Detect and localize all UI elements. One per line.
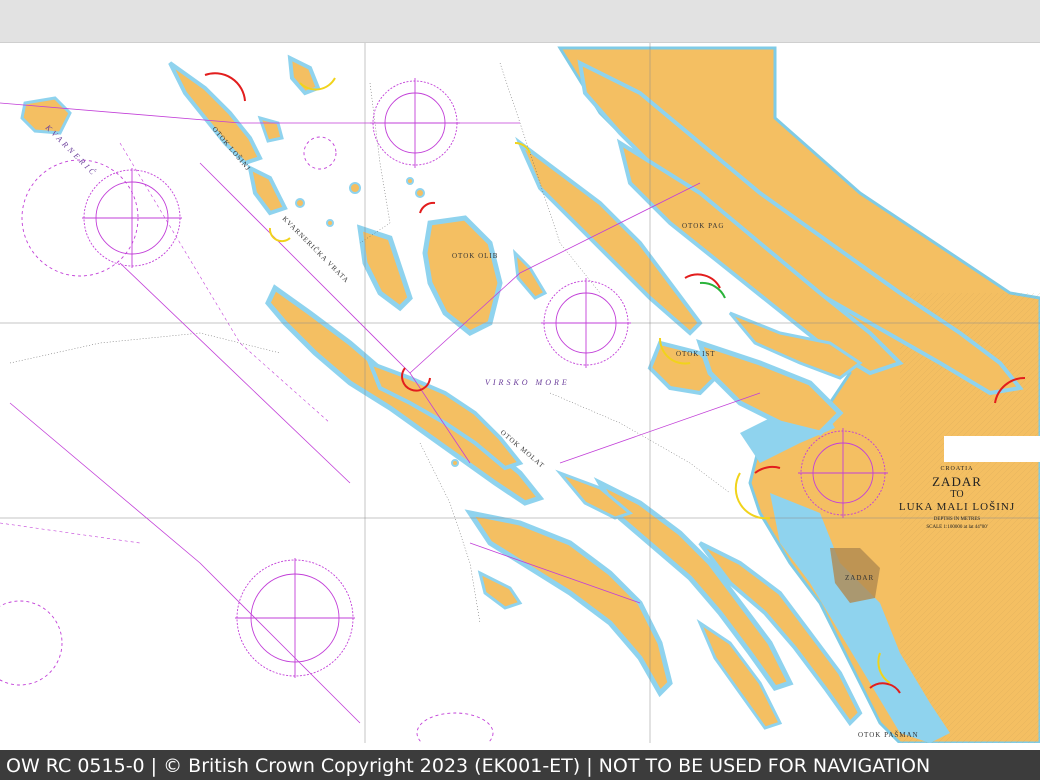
scale-note: SCALE 1:100000 at lat 44°00' bbox=[926, 525, 988, 530]
label-virsko-more: VIRSKO MORE bbox=[485, 378, 570, 387]
label-otok-pasman: OTOK PAŠMAN bbox=[858, 731, 919, 739]
label-otok-olib: OTOK OLIB bbox=[452, 252, 498, 260]
title-panel-blank bbox=[944, 436, 1040, 462]
title-line-3: LUKA MALI LOŠINJ bbox=[898, 501, 1016, 513]
island-losinj bbox=[168, 61, 263, 166]
label-kvarnericka-vrata: KVARNERIČKA VRATA bbox=[281, 215, 351, 285]
label-zadar: ZADAR bbox=[845, 574, 874, 582]
title-line-1: ZADAR bbox=[932, 474, 982, 489]
chart-title-block: CROATIA ZADAR TO LUKA MALI LOŠINJ DEPTHS… bbox=[892, 466, 1022, 530]
title-country: CROATIA bbox=[940, 466, 974, 472]
nautical-chart[interactable]: OTOK LOŠINJ OTOK OLIB OTOK PAG OTOK IST … bbox=[0, 43, 1040, 743]
title-line-2: TO bbox=[950, 489, 964, 500]
island-olib bbox=[422, 215, 503, 336]
island-silba bbox=[356, 224, 413, 312]
chart-graphic: OTOK LOŠINJ OTOK OLIB OTOK PAG OTOK IST … bbox=[0, 43, 1040, 743]
label-otok-pag: OTOK PAG bbox=[682, 222, 724, 230]
copyright-footer: OW RC 0515-0 | © British Crown Copyright… bbox=[0, 750, 1040, 780]
label-otok-ist: OTOK IST bbox=[676, 350, 716, 358]
label-kvarneric: KVARNERIĆ bbox=[43, 122, 100, 179]
depths-note: DEPTHS IN METRES bbox=[933, 517, 981, 522]
top-bar bbox=[0, 0, 1040, 43]
